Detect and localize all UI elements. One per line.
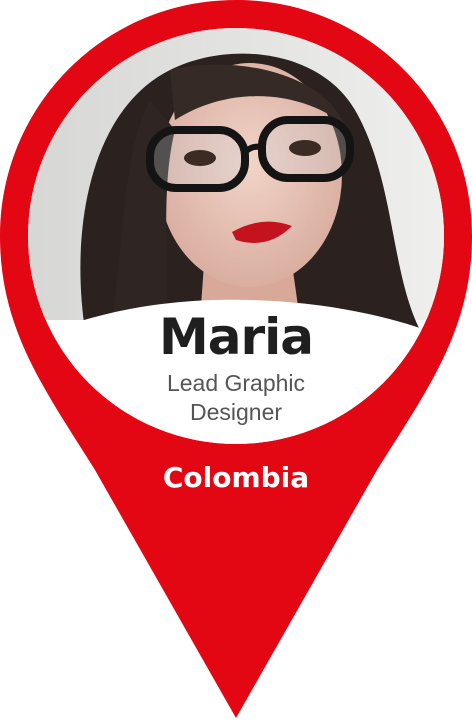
person-role: Lead Graphic Designer [0,369,472,427]
country-label: Colombia [162,461,310,494]
location-pin-card: Maria Lead Graphic Designer Colombia [0,0,472,721]
role-line-2: Designer [189,399,283,425]
role-line-1: Lead Graphic [166,370,306,396]
person-name: Maria [158,308,314,366]
